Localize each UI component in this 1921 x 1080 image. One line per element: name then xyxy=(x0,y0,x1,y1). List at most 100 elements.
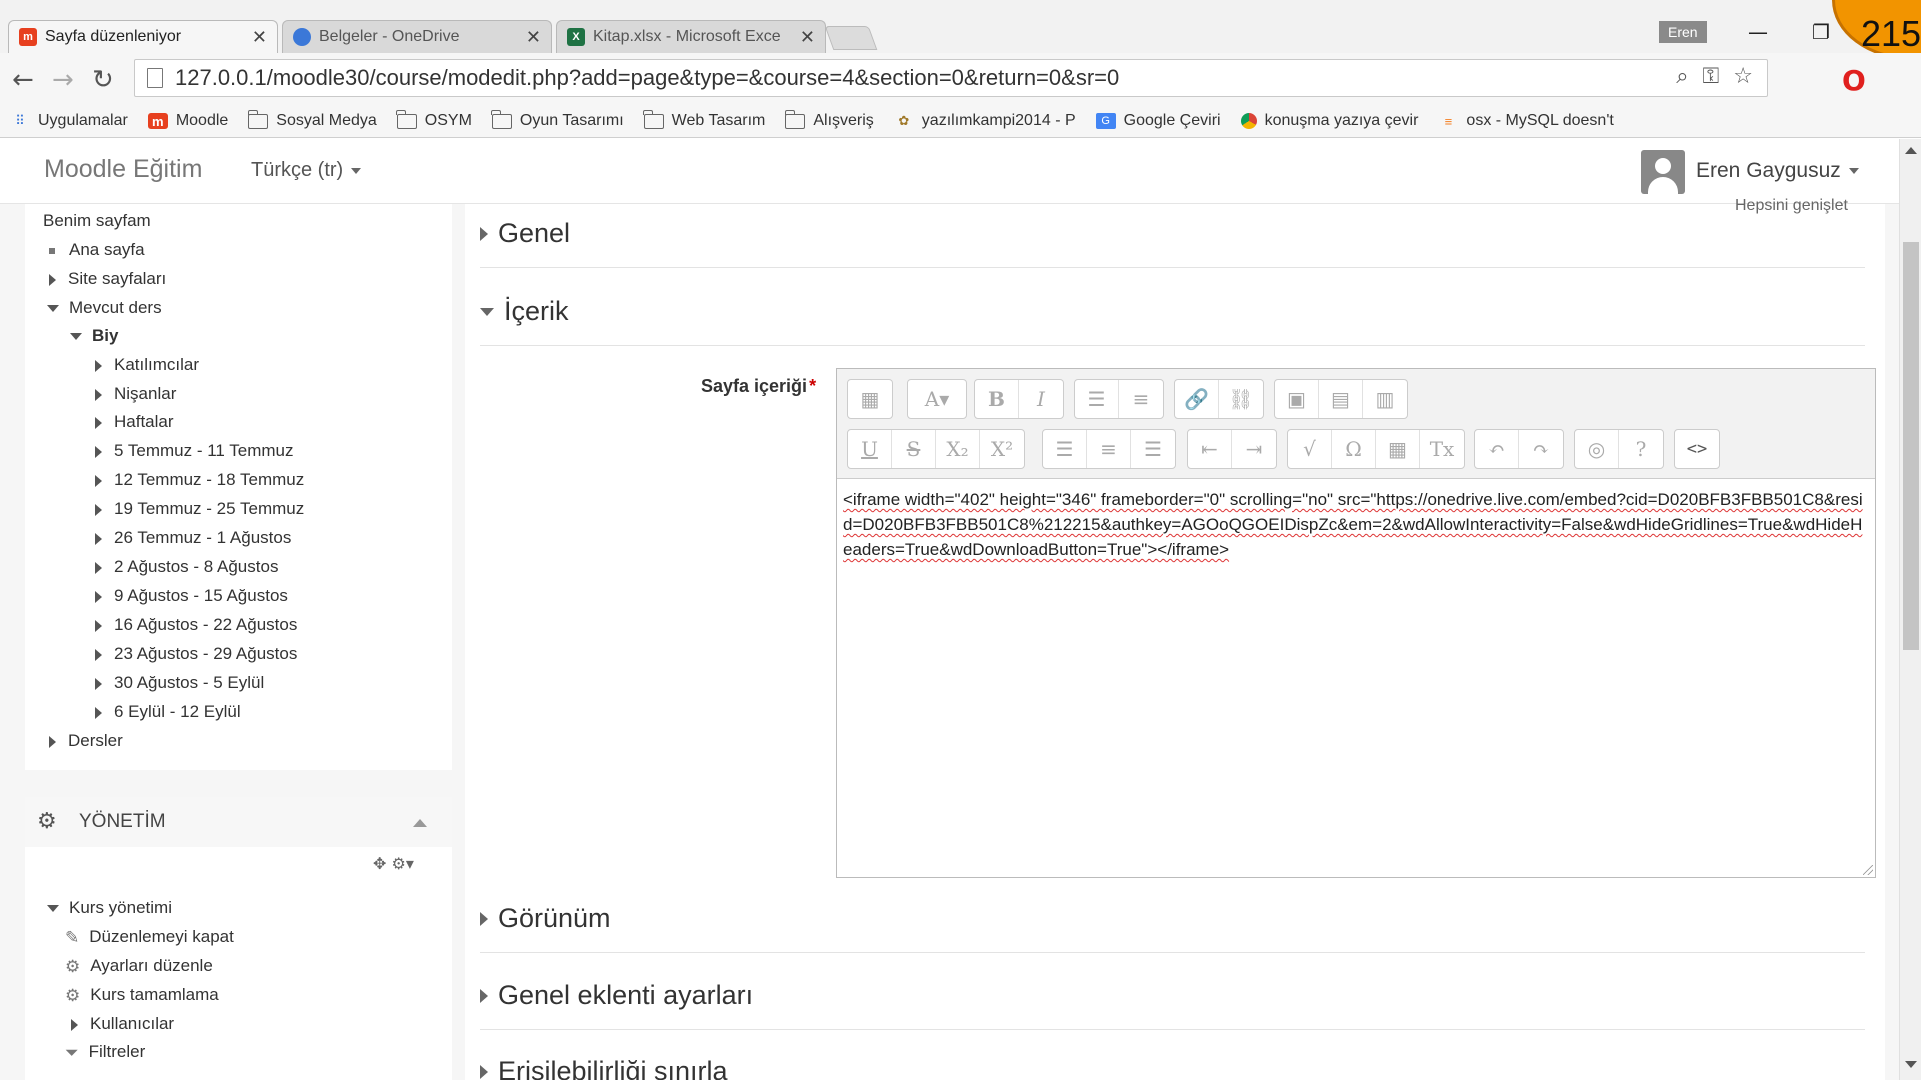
admin-item-ayarlari-duzenle[interactable]: ⚙ Ayarları düzenle xyxy=(65,956,213,977)
close-tab-icon[interactable]: ✕ xyxy=(526,27,541,48)
language-menu[interactable]: Türkçe (tr) xyxy=(251,159,362,182)
tab-onedrive[interactable]: Belgeler - OneDrive ✕ xyxy=(282,20,552,53)
nav-item-ana-sayfa[interactable]: Ana sayfa xyxy=(49,240,145,260)
html-source-textarea[interactable]: <iframe width="402" height="346" framebo… xyxy=(837,479,1875,877)
profile-badge[interactable]: Eren xyxy=(1659,21,1707,43)
section-header-genel-eklenti[interactable]: Genel eklenti ayarları xyxy=(480,980,1865,1011)
back-arrow-icon[interactable]: ← xyxy=(12,65,34,95)
nav-item-haftalar[interactable]: Haftalar xyxy=(95,412,174,432)
align-right-icon[interactable]: ☰ xyxy=(1131,430,1175,468)
nav-item-week[interactable]: 26 Temmuz - 1 Ağustos xyxy=(95,528,291,548)
media-icon[interactable]: ▤ xyxy=(1319,380,1363,418)
section-header-genel[interactable]: Genel xyxy=(480,218,1865,249)
new-tab-button[interactable] xyxy=(824,26,878,50)
bookmark-moodle[interactable]: m Moodle xyxy=(147,112,228,130)
align-left-icon[interactable]: ☰ xyxy=(1043,430,1087,468)
site-brand[interactable]: Moodle Eğitim xyxy=(44,155,202,184)
admin-item-duzenlemeyi-kapat[interactable]: ✎ Düzenlemeyi kapat xyxy=(65,927,234,948)
outdent-icon[interactable]: ⇤ xyxy=(1188,430,1232,468)
bookmark-alisveris[interactable]: Alışveriş xyxy=(784,109,874,130)
nav-item-benim-sayfam[interactable]: Benim sayfam xyxy=(43,211,151,231)
user-avatar-icon[interactable] xyxy=(1641,150,1685,194)
close-tab-icon[interactable]: ✕ xyxy=(800,27,815,48)
admin-item-kurs-tamamlama[interactable]: ⚙ Kurs tamamlama xyxy=(65,985,219,1006)
nav-item-week[interactable]: 5 Temmuz - 11 Temmuz xyxy=(95,441,294,461)
opera-extension-icon[interactable]: O xyxy=(1842,64,1866,97)
nav-item-week[interactable]: 16 Ağustos - 22 Ağustos xyxy=(95,615,297,635)
align-center-icon[interactable]: ≡ xyxy=(1087,430,1131,468)
forward-arrow-icon[interactable]: → xyxy=(52,65,74,95)
nav-item-week[interactable]: 6 Eylül - 12 Eylül xyxy=(95,702,241,722)
nav-item-biy[interactable]: Biy xyxy=(70,326,118,346)
admin-item-filtreler[interactable]: ⏷ Filtreler xyxy=(65,1042,145,1063)
section-header-icerik[interactable]: İçerik xyxy=(480,296,1865,327)
admin-item-kullanicilar[interactable]: Kullanıcılar xyxy=(71,1014,174,1034)
html-source-icon[interactable]: <> xyxy=(1675,430,1719,468)
style-icon[interactable]: A▾ xyxy=(908,380,966,418)
admin-item-kurs-yonetimi[interactable]: Kurs yönetimi xyxy=(47,898,172,918)
nav-item-week[interactable]: 2 Ağustos - 8 Ağustos xyxy=(95,557,278,577)
nav-item-mevcut-ders[interactable]: Mevcut ders xyxy=(47,298,162,318)
equation-icon[interactable]: √ xyxy=(1288,430,1332,468)
minimize-icon[interactable]: — xyxy=(1748,20,1768,44)
key-icon[interactable]: ⚿ xyxy=(1703,64,1720,89)
page-scrollbar[interactable] xyxy=(1899,139,1921,1080)
expand-all-link[interactable]: Hepsini genişlet xyxy=(1735,197,1848,215)
bookmark-web-tasarim[interactable]: Web Tasarım xyxy=(643,109,765,130)
image-icon[interactable]: ▣ xyxy=(1275,380,1319,418)
section-header-erisim[interactable]: Erişilebilirliği sınırla xyxy=(480,1056,1865,1080)
reload-icon[interactable]: ↻ xyxy=(92,65,114,95)
undo-icon[interactable]: ↶ xyxy=(1475,430,1519,468)
bookmark-sosyal-medya[interactable]: Sosyal Medya xyxy=(247,109,377,130)
nav-item-week[interactable]: 23 Ağustos - 29 Ağustos xyxy=(95,644,297,664)
nav-item-site-sayfalari[interactable]: Site sayfaları xyxy=(49,269,166,289)
bookmark-star-icon[interactable]: ☆ xyxy=(1733,64,1753,89)
administration-header[interactable]: ⚙ YÖNETİM xyxy=(25,797,452,847)
strikethrough-icon[interactable]: S xyxy=(892,430,936,468)
tab-excel[interactable]: X Kitap.xlsx - Microsoft Exce ✕ xyxy=(556,20,826,53)
redo-icon[interactable]: ↷ xyxy=(1519,430,1563,468)
nav-item-dersler[interactable]: Dersler xyxy=(49,731,123,751)
restore-icon[interactable]: ❐ xyxy=(1812,20,1830,44)
superscript-icon[interactable]: X² xyxy=(980,430,1024,468)
bookmark-yazilimkampi[interactable]: ✿ yazılımkampi2014 - P xyxy=(894,112,1075,130)
nav-item-week[interactable]: 9 Ağustos - 15 Ağustos xyxy=(95,586,288,606)
ordered-list-icon[interactable]: ≡ xyxy=(1119,380,1163,418)
bookmark-apps[interactable]: ⠿ Uygulamalar xyxy=(10,112,128,130)
scroll-up-icon[interactable] xyxy=(1905,147,1917,154)
bold-icon[interactable]: B xyxy=(975,380,1019,418)
bookmark-osx-mysql[interactable]: ≡ osx - MySQL doesn't xyxy=(1438,112,1614,130)
nav-item-week[interactable]: 12 Temmuz - 18 Temmuz xyxy=(95,470,304,490)
link-icon[interactable]: 🔗 xyxy=(1175,380,1219,418)
nav-item-week[interactable]: 19 Temmuz - 25 Temmuz xyxy=(95,499,304,519)
close-tab-icon[interactable]: ✕ xyxy=(252,27,267,48)
indent-icon[interactable]: ⇥ xyxy=(1232,430,1276,468)
collapse-block-icon[interactable] xyxy=(413,819,427,827)
subscript-icon[interactable]: X₂ xyxy=(936,430,980,468)
accessibility-checker-icon[interactable]: ◎ xyxy=(1575,430,1619,468)
underline-icon[interactable]: U xyxy=(848,430,892,468)
zoom-icon[interactable]: ⌕ xyxy=(1676,64,1688,89)
scroll-thumb[interactable] xyxy=(1903,242,1919,650)
url-text[interactable]: 127.0.0.1/moodle30/course/modedit.php?ad… xyxy=(175,65,1119,91)
unordered-list-icon[interactable]: ☰ xyxy=(1075,380,1119,418)
special-char-icon[interactable]: Ω xyxy=(1332,430,1376,468)
table-icon[interactable]: ▦ xyxy=(1376,430,1420,468)
nav-item-katilimcilar[interactable]: Katılımcılar xyxy=(95,355,199,375)
user-menu[interactable]: Eren Gaygusuz xyxy=(1696,159,1859,183)
tab-sayfa-duzenleniyor[interactable]: m Sayfa düzenleniyor ✕ xyxy=(8,20,278,53)
unlink-icon[interactable]: ⛓ xyxy=(1219,380,1263,418)
screenreader-helper-icon[interactable]: ? xyxy=(1619,430,1663,468)
move-block-icon[interactable]: ✥ xyxy=(373,854,386,873)
block-settings-icon[interactable]: ⚙▾ xyxy=(392,854,414,873)
bookmark-oyun-tasarimi[interactable]: Oyun Tasarımı xyxy=(491,109,624,130)
scroll-down-icon[interactable] xyxy=(1905,1061,1917,1068)
nav-item-nisanlar[interactable]: Nişanlar xyxy=(95,384,176,404)
manage-files-icon[interactable]: ▥ xyxy=(1363,380,1407,418)
toolbar-toggle-icon[interactable]: ▦ xyxy=(848,380,892,418)
italic-icon[interactable]: I xyxy=(1019,380,1063,418)
bookmark-konusma[interactable]: konuşma yazıya çevir xyxy=(1240,112,1418,130)
clear-format-icon[interactable]: Tx xyxy=(1420,430,1464,468)
resize-handle-icon[interactable] xyxy=(1863,865,1873,875)
nav-item-week[interactable]: 30 Ağustos - 5 Eylül xyxy=(95,673,264,693)
